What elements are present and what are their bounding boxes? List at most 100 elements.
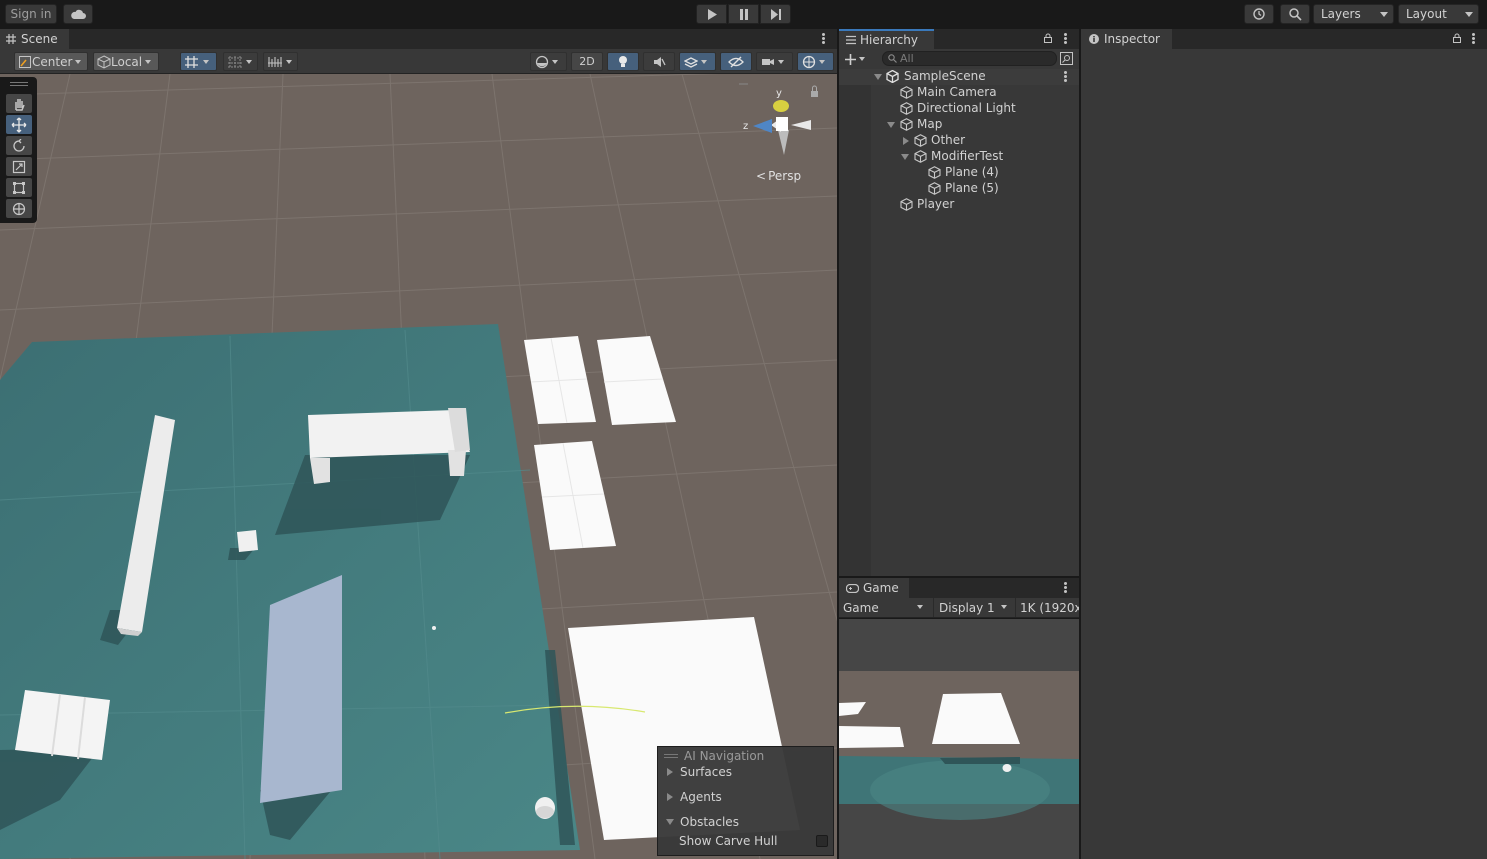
- gizmos-dropdown[interactable]: [797, 52, 834, 71]
- hierarchy-tab-bar: Hierarchy: [839, 29, 1079, 49]
- move-arrows-icon: [11, 117, 27, 132]
- projection-toggle[interactable]: < Persp: [756, 169, 801, 183]
- tab-inspector[interactable]: Inspector: [1081, 29, 1172, 49]
- search-icon: [1289, 8, 1302, 21]
- surfaces-foldout[interactable]: Surfaces: [658, 762, 833, 782]
- transform-all-icon: [12, 202, 26, 215]
- local-space-icon: [97, 54, 111, 69]
- step-button[interactable]: [760, 4, 791, 24]
- plus-icon: [845, 53, 856, 65]
- layers-dropdown[interactable]: Layers: [1313, 4, 1394, 24]
- main-toolbar: Sign in Layers Layout: [0, 0, 1487, 29]
- sign-in-button[interactable]: Sign in: [5, 4, 57, 24]
- grid-snap-icon: [185, 55, 198, 68]
- gameobject-cube-icon: [928, 166, 941, 179]
- drag-handle-icon: [664, 753, 678, 758]
- gameobject-cube-icon: [900, 86, 913, 99]
- draw-mode-dropdown[interactable]: [530, 52, 567, 71]
- agents-foldout[interactable]: Agents: [658, 787, 833, 807]
- ruler-toggle[interactable]: [263, 52, 298, 71]
- hierarchy-item[interactable]: Main Camera: [839, 85, 1079, 101]
- tab-hierarchy[interactable]: Hierarchy: [839, 29, 934, 49]
- hierarchy-search-field[interactable]: All: [882, 51, 1057, 66]
- chevron-down-icon: [246, 59, 252, 64]
- transform-tool-button[interactable]: [6, 199, 32, 218]
- light-bulb-icon: [619, 55, 627, 67]
- scene-visibility-toggle[interactable]: [720, 52, 752, 71]
- 2d-toggle[interactable]: 2D: [571, 52, 603, 71]
- lock-icon[interactable]: [1453, 33, 1461, 43]
- tab-scene[interactable]: Scene: [0, 29, 69, 49]
- hierarchy-item-label: Main Camera: [917, 85, 997, 99]
- inspector-tab-bar: Inspector: [1081, 29, 1487, 49]
- pause-button[interactable]: [728, 4, 759, 24]
- create-button[interactable]: [845, 51, 873, 67]
- 2d-label: 2D: [579, 55, 595, 68]
- scene-row-menu-icon[interactable]: [1064, 71, 1067, 83]
- hierarchy-item[interactable]: Other: [839, 133, 1079, 149]
- hand-tool-button[interactable]: [6, 94, 32, 113]
- scene-render: [0, 74, 837, 859]
- hierarchy-scene-row[interactable]: SampleScene: [839, 69, 1079, 85]
- hierarchy-menu-icon[interactable]: [1064, 33, 1067, 45]
- pivot-mode-dropdown[interactable]: Center: [14, 52, 88, 71]
- hierarchy-item[interactable]: Map: [839, 117, 1079, 133]
- effects-dropdown[interactable]: [679, 52, 716, 71]
- game-view-label: Game: [843, 600, 879, 615]
- layout-dropdown[interactable]: Layout: [1398, 4, 1479, 24]
- game-toolbar: Game Display 1 1K (1920x1: [839, 598, 1079, 618]
- hierarchy-item[interactable]: Plane (4): [839, 165, 1079, 181]
- scene-menu-icon[interactable]: [822, 33, 825, 45]
- hierarchy-item[interactable]: Plane (5): [839, 181, 1079, 197]
- hierarchy-toolbar: All: [839, 49, 1079, 69]
- shaded-sphere-icon: [535, 55, 549, 68]
- overlay-drag-handle[interactable]: [10, 82, 28, 86]
- hierarchy-item[interactable]: Player: [839, 197, 1079, 213]
- layout-label: Layout: [1406, 7, 1447, 21]
- hierarchy-item-label: Other: [931, 133, 966, 147]
- history-button[interactable]: [1244, 4, 1274, 24]
- display-dropdown[interactable]: Display 1: [933, 598, 1013, 617]
- inspector-menu-icon[interactable]: [1472, 33, 1475, 45]
- show-carve-hull-checkbox[interactable]: [816, 835, 828, 847]
- pivot-space-dropdown[interactable]: Local: [93, 52, 159, 71]
- gameobject-cube-icon: [928, 182, 941, 195]
- rotate-tool-button[interactable]: [6, 136, 32, 155]
- rect-tool-button[interactable]: [6, 178, 32, 197]
- play-button[interactable]: [696, 4, 727, 24]
- gameobject-cube-icon: [900, 198, 913, 211]
- cloud-button[interactable]: [63, 4, 93, 24]
- game-view[interactable]: [839, 619, 1079, 859]
- scene-search-icon[interactable]: [1060, 52, 1073, 65]
- move-tool-button[interactable]: [6, 115, 32, 134]
- chevron-down-icon: [778, 59, 784, 64]
- show-carve-hull-label: Show Carve Hull: [679, 834, 778, 848]
- camera-dropdown[interactable]: [756, 52, 793, 71]
- game-menu-icon[interactable]: [1064, 582, 1067, 594]
- obstacles-foldout[interactable]: Obstacles: [658, 812, 833, 832]
- hierarchy-item-label: ModifierTest: [931, 149, 1004, 163]
- audio-toggle[interactable]: [643, 52, 675, 71]
- hierarchy-item[interactable]: Directional Light: [839, 101, 1079, 117]
- grid-snap-toggle[interactable]: [180, 52, 217, 71]
- chevron-down-icon: [75, 59, 82, 64]
- lighting-toggle[interactable]: [607, 52, 639, 71]
- scene-viewport[interactable]: y z < Persp: [0, 74, 837, 859]
- chevron-down-icon: [203, 59, 209, 64]
- hierarchy-item[interactable]: ModifierTest: [839, 149, 1079, 165]
- history-icon: [1253, 8, 1265, 20]
- agents-label: Agents: [680, 790, 722, 804]
- gameobject-cube-icon: [900, 102, 913, 115]
- scale-tool-button[interactable]: [6, 157, 32, 176]
- hand-icon: [15, 98, 25, 111]
- camera-icon: [762, 58, 774, 65]
- tab-game[interactable]: Game: [839, 578, 909, 598]
- chevron-down-icon: [666, 819, 674, 825]
- gamepad-icon: [846, 583, 859, 593]
- game-view-dropdown[interactable]: Game: [839, 598, 929, 617]
- resolution-dropdown[interactable]: 1K (1920x1: [1015, 598, 1079, 617]
- search-button[interactable]: [1280, 4, 1310, 24]
- increment-snap-toggle[interactable]: [223, 52, 258, 71]
- lock-icon[interactable]: [1044, 33, 1052, 43]
- chevron-right-icon: [667, 768, 673, 776]
